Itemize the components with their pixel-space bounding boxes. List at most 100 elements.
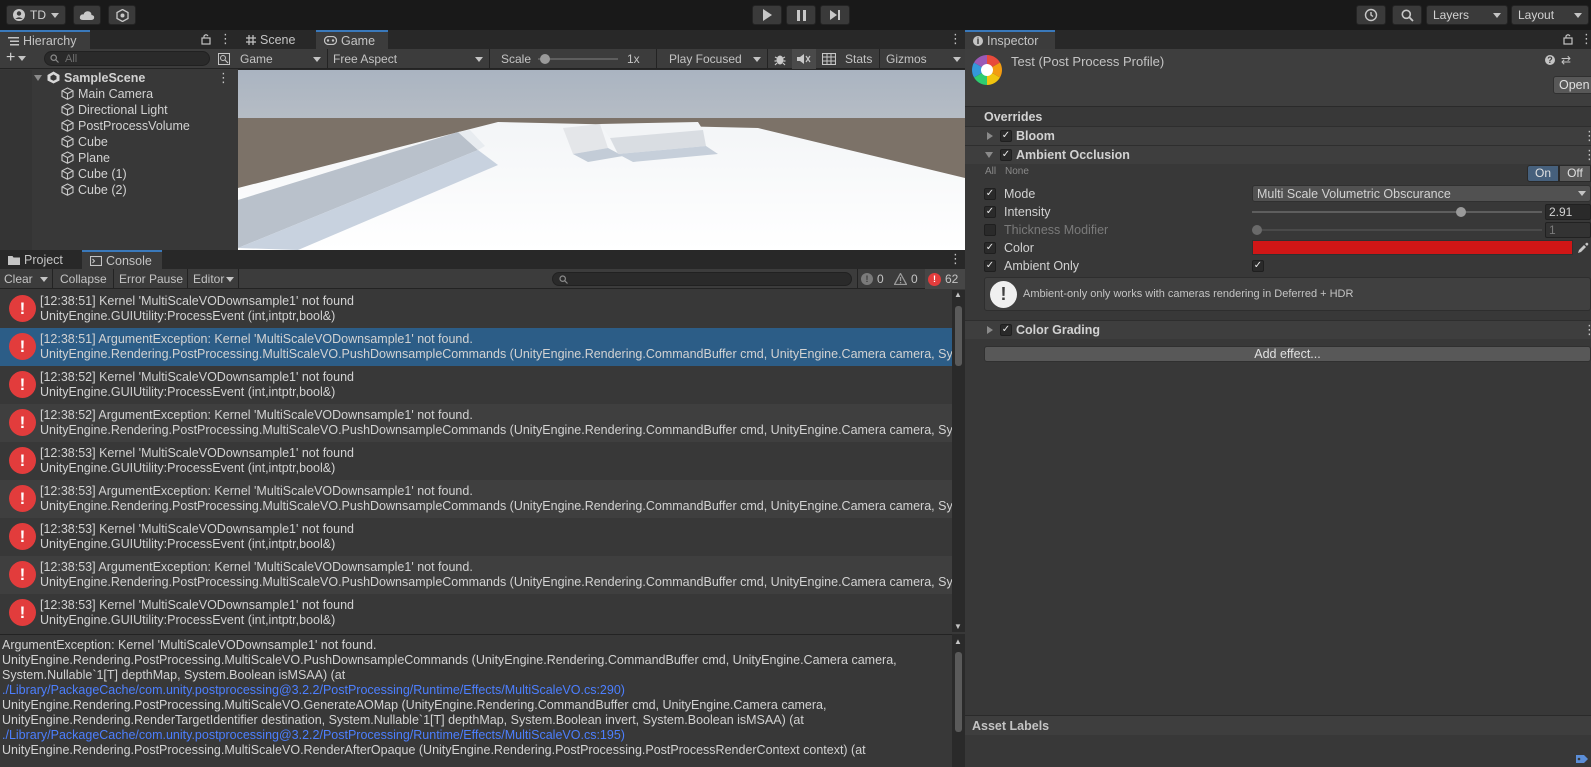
gizmos-dropdown[interactable]: Gizmos [879,49,965,69]
thickness-slider-knob[interactable] [1252,225,1262,235]
clear-dropdown[interactable]: Clear [0,269,53,289]
game-menu-icon[interactable] [949,33,962,45]
pause-button[interactable] [786,5,816,25]
intensity-field[interactable]: 2.91 [1545,204,1591,220]
game-viewport[interactable] [238,70,965,250]
bloom-header[interactable]: ✓ Bloom [965,126,1591,145]
open-button[interactable]: Open [1553,76,1591,94]
color-grading-header[interactable]: ✓ Color Grading [965,320,1591,339]
lock-icon[interactable] [1563,33,1573,45]
hierarchy-item[interactable]: Directional Light [32,102,238,118]
asset-labels-bar[interactable]: Asset Labels [965,715,1591,735]
scroll-up-icon[interactable]: ▲ [954,290,962,299]
log-entry[interactable]: ! [12:38:51] Kernel 'MultiScaleVODownsam… [0,290,952,328]
fold-right-icon[interactable] [987,132,993,140]
mute-audio-button[interactable] [792,49,816,69]
mode-override-checkbox[interactable]: ✓ [984,188,996,200]
fold-down-icon[interactable] [985,152,993,158]
display-dropdown[interactable]: Game [238,49,328,69]
thickness-field[interactable]: 1 [1545,222,1591,238]
bloom-enabled-checkbox[interactable]: ✓ [1000,130,1012,142]
hierarchy-menu-icon[interactable] [219,33,232,45]
thickness-slider[interactable] [1252,229,1542,231]
scale-slider-knob[interactable] [540,54,550,64]
cloud-button[interactable] [73,5,101,25]
collab-button[interactable] [108,5,136,25]
error-pause-button[interactable]: Error Pause [115,269,188,289]
log-scrollbar-thumb[interactable] [955,306,962,366]
play-mode-dropdown[interactable]: Play Focused [656,49,768,69]
log-scrollbar[interactable]: ▲ ▼ [952,290,965,632]
color-field[interactable] [1252,240,1573,255]
search-button[interactable] [1392,5,1422,25]
tab-inspector[interactable]: i Inspector [965,30,1055,49]
color-override-checkbox[interactable]: ✓ [984,242,996,254]
editor-dropdown[interactable]: Editor [189,269,239,289]
intensity-slider-knob[interactable] [1455,207,1466,217]
log-entry[interactable]: ! [12:38:53] ArgumentException: Kernel '… [0,556,952,594]
override-all-button[interactable]: All [985,166,996,177]
error-filter-toggle[interactable]: ! 62 [925,269,965,289]
tab-project[interactable]: Project [0,250,80,269]
eyedropper-icon[interactable] [1577,242,1589,254]
ao-enabled-checkbox[interactable]: ✓ [1000,149,1012,161]
tab-scene[interactable]: Scene [238,30,314,49]
mode-dropdown[interactable]: Multi Scale Volumetric Obscurance [1252,185,1591,202]
scene-search-icon[interactable] [218,53,230,65]
log-entry[interactable]: ! [12:38:53] Kernel 'MultiScaleVODownsam… [0,518,952,556]
log-entry[interactable]: ! [12:38:52] ArgumentException: Kernel '… [0,404,952,442]
step-button[interactable] [820,5,850,25]
thickness-override-checkbox[interactable] [984,224,996,236]
undo-history-button[interactable] [1356,5,1386,25]
ambient-only-override-checkbox[interactable]: ✓ [984,260,996,272]
log-entry[interactable]: ! [12:38:51] ArgumentException: Kernel '… [0,328,952,366]
aspect-dropdown[interactable]: Free Aspect [330,49,490,69]
hierarchy-search-input[interactable]: All [44,51,210,66]
presets-icon[interactable]: ⇄ [1561,53,1571,67]
layout-dropdown[interactable]: Layout [1511,5,1589,25]
log-entry[interactable]: ! [12:38:53] Kernel 'MultiScaleVODownsam… [0,442,952,480]
hierarchy-item[interactable]: Cube (1) [32,166,238,182]
lock-icon[interactable] [201,33,211,45]
add-effect-button[interactable]: Add effect... [984,346,1591,362]
log-entry[interactable]: ! [12:38:53] ArgumentException: Kernel '… [0,480,952,518]
stats-button[interactable]: Stats [845,52,872,66]
log-entry[interactable]: ! [12:38:52] Kernel 'MultiScaleVODownsam… [0,366,952,404]
scroll-down-icon[interactable]: ▼ [954,622,962,631]
create-button[interactable]: + [6,50,27,66]
fold-right-icon[interactable] [987,326,993,334]
tab-game[interactable]: Game [316,30,388,49]
intensity-slider[interactable] [1252,211,1542,213]
hierarchy-item[interactable]: Cube (2) [32,182,238,198]
tab-console[interactable]: Console [82,250,162,269]
fold-down-icon[interactable] [34,75,42,81]
on-toggle[interactable]: On [1527,165,1559,182]
detail-scrollbar-thumb[interactable] [955,652,962,732]
account-dropdown[interactable]: TD [6,5,66,25]
tag-icon[interactable] [1575,754,1589,764]
source-link[interactable]: ./Library/PackageCache/com.unity.postpro… [2,683,625,697]
scale-slider[interactable] [538,58,618,60]
tab-hierarchy[interactable]: Hierarchy [0,30,90,49]
warning-filter-toggle[interactable]: 0 [891,269,925,289]
info-filter-toggle[interactable]: ! 0 [857,269,891,289]
help-icon[interactable]: ? [1545,55,1555,65]
scroll-up-icon[interactable]: ▲ [954,637,962,646]
off-toggle[interactable]: Off [1559,165,1591,182]
hierarchy-item[interactable]: PostProcessVolume [32,118,238,134]
color-grading-enabled-checkbox[interactable]: ✓ [1000,324,1012,336]
collapse-button[interactable]: Collapse [54,269,114,289]
console-menu-icon[interactable] [949,253,962,265]
inspector-menu-icon[interactable] [1580,33,1591,45]
bug-icon[interactable] [773,52,787,66]
bloom-menu-icon[interactable] [1583,130,1591,142]
override-none-button[interactable]: None [1005,166,1029,177]
intensity-override-checkbox[interactable]: ✓ [984,206,996,218]
layers-dropdown[interactable]: Layers [1426,5,1508,25]
scene-menu-icon[interactable] [217,72,230,84]
ambient-only-checkbox[interactable]: ✓ [1252,260,1264,272]
log-entry[interactable]: ! [12:38:53] Kernel 'MultiScaleVODownsam… [0,594,952,632]
detail-scrollbar[interactable]: ▲ [952,634,965,767]
play-button[interactable] [752,5,782,25]
ambient-occlusion-header[interactable]: ✓ Ambient Occlusion [965,145,1591,164]
